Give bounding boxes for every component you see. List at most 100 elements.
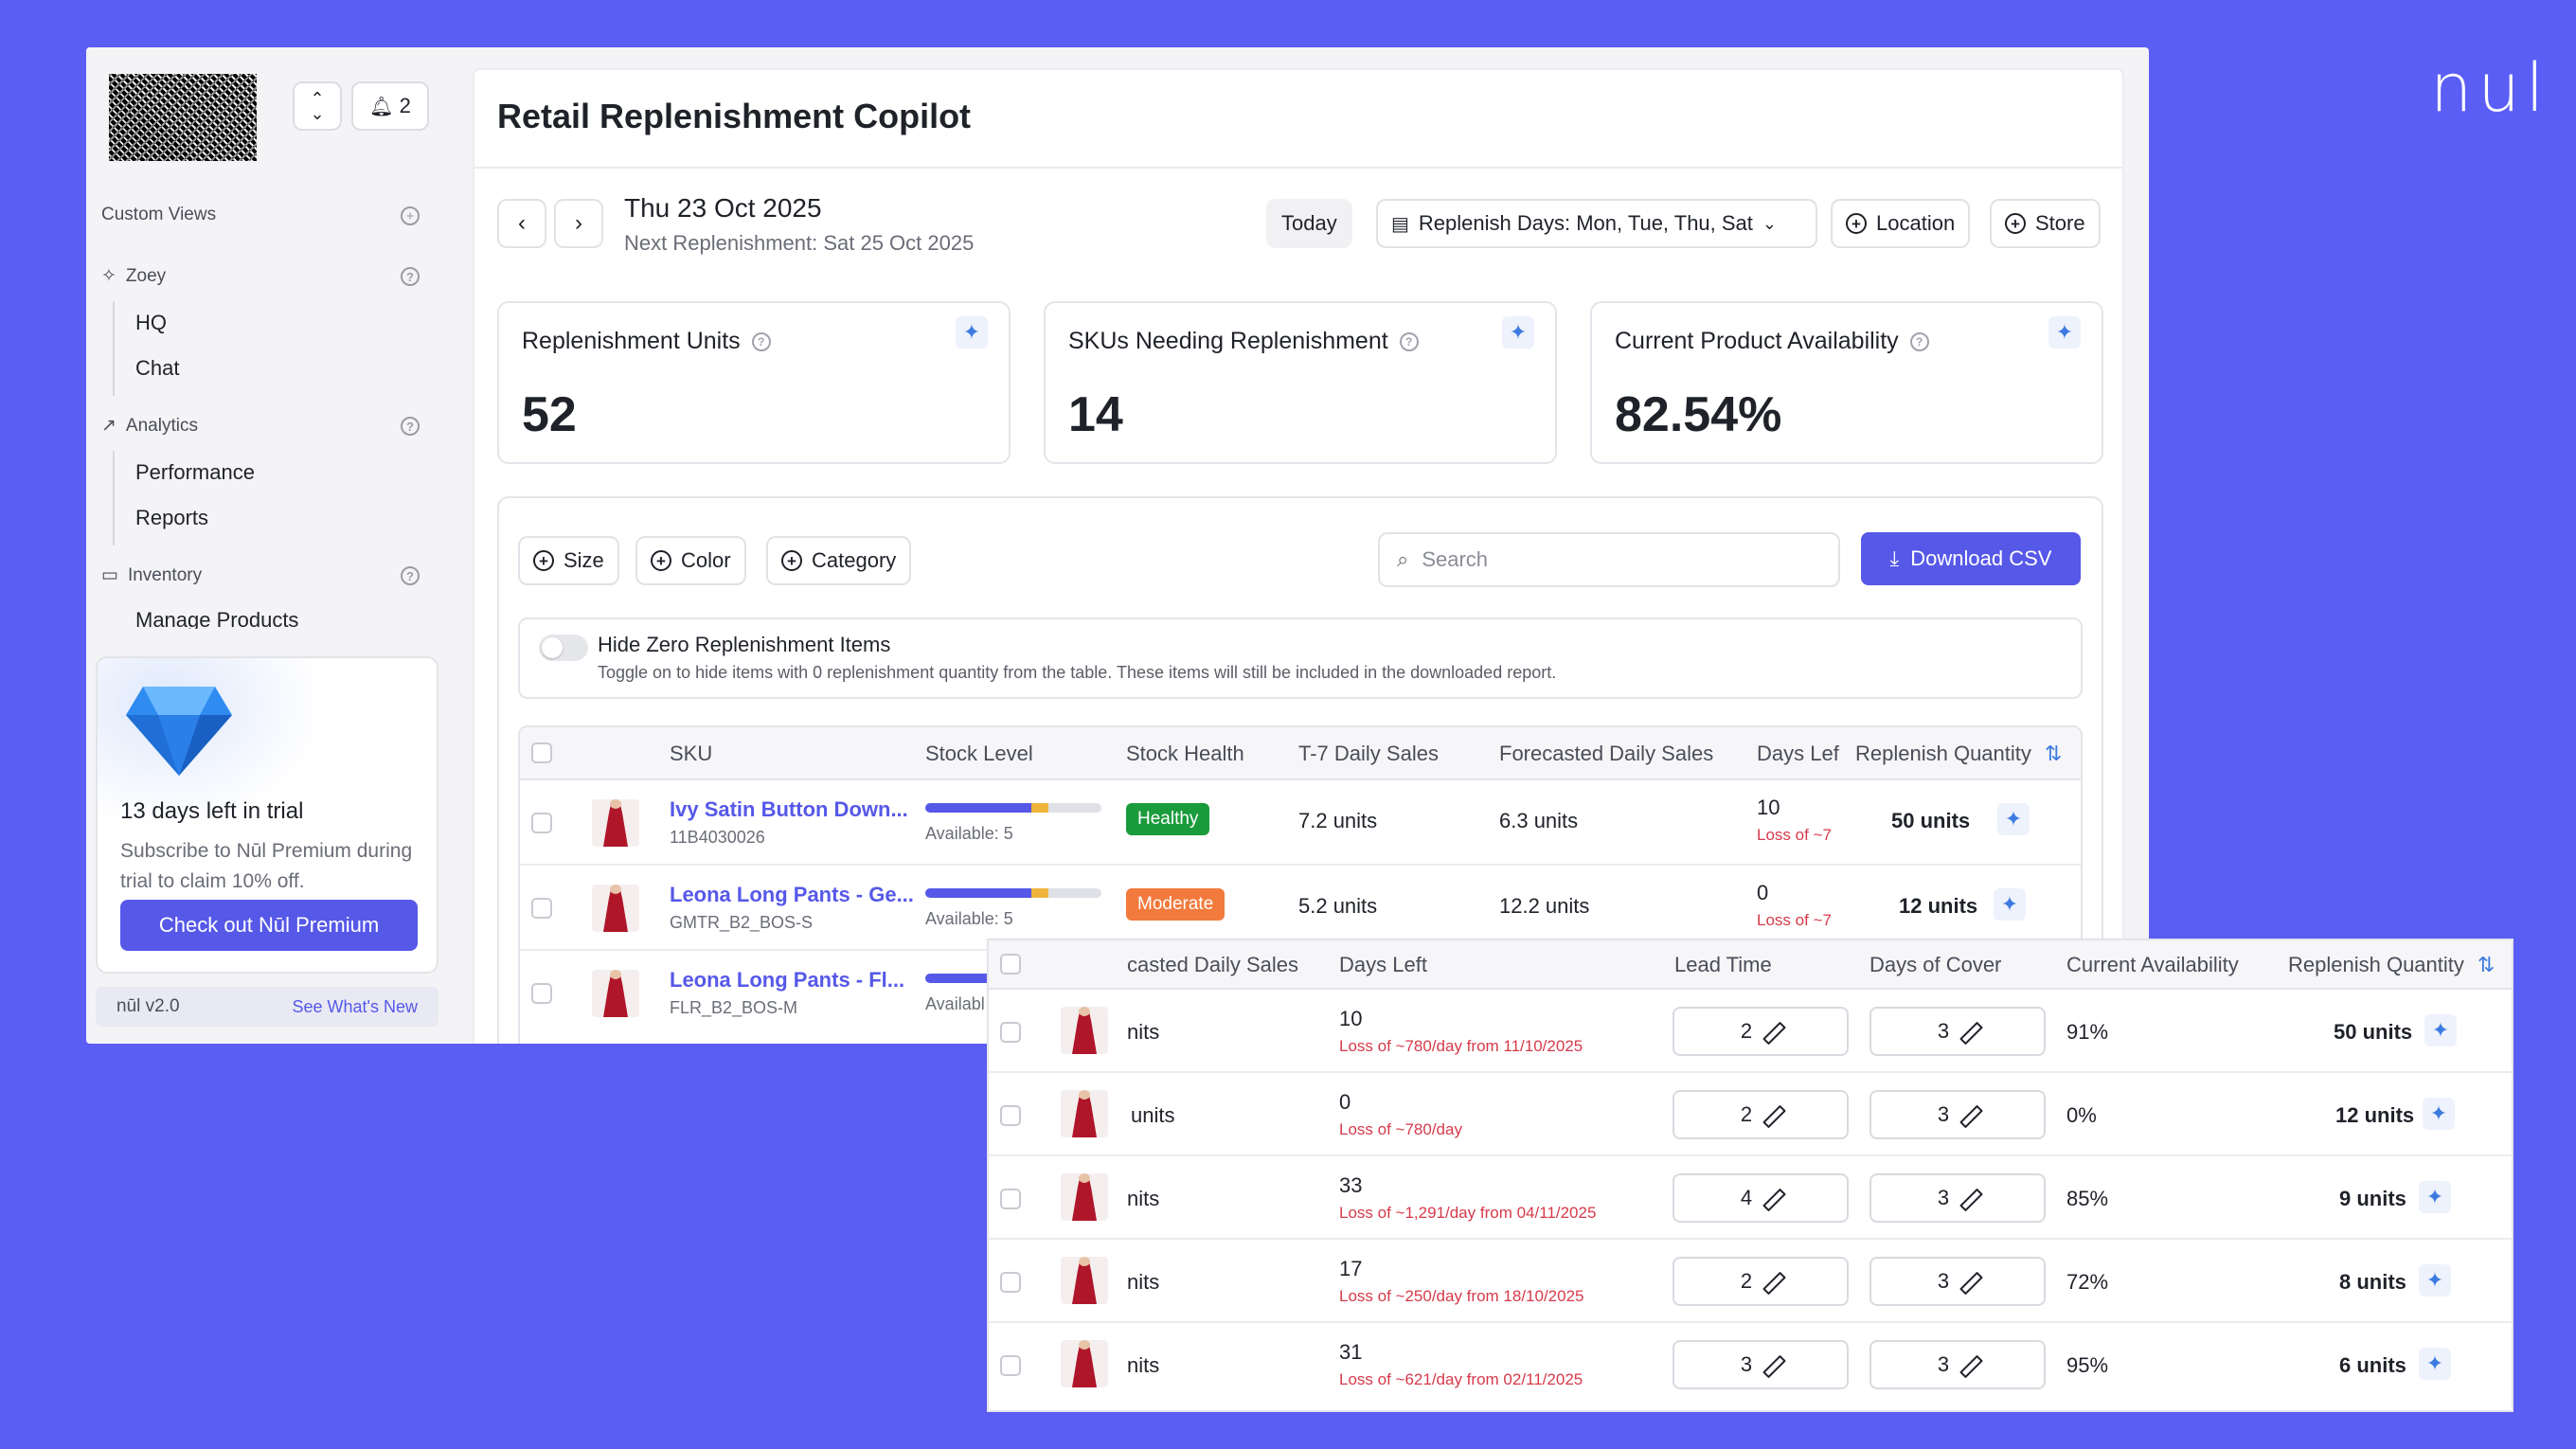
help-icon[interactable]: ?	[401, 267, 420, 286]
available-count: Availabl	[925, 994, 985, 1013]
days-of-cover-edit-button[interactable]: 3	[1869, 1257, 2046, 1306]
size-filter-button[interactable]: + Size	[518, 536, 619, 585]
ai-sparkle-icon[interactable]: ✦	[2424, 1014, 2457, 1046]
help-icon[interactable]: ?	[751, 331, 771, 351]
ai-sparkle-icon[interactable]: ✦	[1997, 803, 2030, 835]
ai-sparkle-icon[interactable]: ✦	[2423, 1098, 2455, 1130]
ai-sparkle-icon[interactable]: ✦	[2419, 1181, 2451, 1213]
row-checkbox[interactable]	[1000, 1355, 1021, 1376]
column-header-days-left[interactable]: Days Left	[1339, 940, 1427, 990]
help-icon[interactable]: ?	[401, 417, 420, 436]
select-all-checkbox[interactable]	[531, 742, 552, 763]
replenish-quantity: 50 units	[1891, 809, 1971, 832]
search-input[interactable]: ⌕ Search	[1378, 532, 1840, 587]
sidebar-item-chat[interactable]: Chat	[135, 356, 179, 381]
select-all-checkbox[interactable]	[1000, 954, 1021, 975]
row-checkbox[interactable]	[1000, 1272, 1021, 1293]
help-icon[interactable]: ?	[401, 566, 420, 585]
sku-name-link[interactable]: Leona Long Pants - Fl...	[670, 968, 904, 993]
current-availability: 95%	[2066, 1353, 2109, 1377]
sidebar-item-hq[interactable]: HQ	[135, 311, 167, 335]
lead-time-value: 3	[1740, 1352, 1753, 1376]
row-checkbox[interactable]	[531, 983, 552, 1004]
lead-time-edit-button[interactable]: 4	[1673, 1173, 1849, 1223]
today-button[interactable]: Today	[1266, 199, 1352, 248]
column-header-replenish-qty[interactable]: Replenish Quantity ⇅	[2288, 940, 2495, 990]
column-header-t7-sales[interactable]: T-7 Daily Sales	[1298, 727, 1439, 780]
days-of-cover-edit-button[interactable]: 3	[1869, 1090, 2046, 1139]
forecast-sales: nits	[1127, 1020, 1160, 1044]
add-custom-view-icon[interactable]: +	[401, 206, 420, 225]
color-filter-button[interactable]: + Color	[635, 536, 746, 585]
previous-date-button[interactable]: ‹	[497, 199, 546, 248]
lead-time-edit-button[interactable]: 2	[1673, 1257, 1849, 1306]
sidebar-group-label: Zoey	[125, 265, 167, 286]
sku-name-link[interactable]: Leona Long Pants - Ge...	[670, 883, 914, 907]
next-date-button[interactable]: ›	[554, 199, 603, 248]
product-thumbnail	[592, 799, 639, 847]
sidebar-group-inventory[interactable]: ▭ Inventory	[101, 564, 202, 586]
column-header-days-left[interactable]: Days Lef	[1757, 727, 1852, 780]
ai-sparkle-icon[interactable]: ✦	[1502, 316, 1534, 349]
trial-title: 13 days left in trial	[120, 798, 304, 824]
sidebar-group-analytics[interactable]: ↗ Analytics	[101, 415, 198, 437]
row-checkbox[interactable]	[1000, 1022, 1021, 1043]
kpi-value: 14	[1068, 387, 1123, 442]
column-header-days-of-cover[interactable]: Days of Cover	[1869, 940, 2001, 990]
days-of-cover-edit-button[interactable]: 3	[1869, 1173, 2046, 1223]
workspace-switcher-button[interactable]: ⌃ ⌄	[293, 81, 342, 131]
column-header-replenish-qty[interactable]: Replenish Quantity ⇅	[1855, 727, 2062, 780]
sidebar-group-label: Analytics	[125, 415, 198, 436]
filter-label: Size	[564, 548, 604, 572]
replenish-days-label: Replenish Days: Mon, Tue, Thu, Sat	[1418, 211, 1753, 235]
column-header-stock-health[interactable]: Stock Health	[1126, 727, 1244, 780]
sidebar-item-performance[interactable]: Performance	[135, 460, 255, 485]
column-header-forecast[interactable]: casted Daily Sales	[1127, 940, 1298, 990]
help-icon[interactable]: ?	[1909, 331, 1929, 351]
check-out-premium-button[interactable]: Check out Nūl Premium	[120, 900, 418, 951]
sidebar-item-reports[interactable]: Reports	[135, 506, 208, 530]
column-header-stock-level[interactable]: Stock Level	[925, 727, 1033, 780]
sidebar-group-label: Inventory	[127, 564, 203, 585]
column-header-sku[interactable]: SKU	[670, 727, 712, 780]
pencil-icon	[1960, 1190, 1977, 1207]
download-csv-button[interactable]: ⤓ Download CSV	[1861, 532, 2081, 585]
row-checkbox[interactable]	[531, 898, 552, 919]
pencil-icon	[1763, 1356, 1780, 1373]
product-thumbnail	[1061, 1340, 1108, 1387]
notifications-button[interactable]: 🔔︎ 2	[351, 81, 429, 131]
version-bar: nūl v2.0 See What's New	[96, 987, 438, 1027]
sidebar-item-manage-products[interactable]: Manage Products	[135, 608, 298, 629]
help-icon[interactable]: ?	[1399, 331, 1419, 351]
hide-zero-toggle[interactable]	[539, 635, 588, 661]
chevron-up-down-icon: ⌃ ⌄	[310, 88, 325, 123]
lead-time-edit-button[interactable]: 2	[1673, 1090, 1849, 1139]
row-checkbox[interactable]	[1000, 1105, 1021, 1126]
column-header-forecast[interactable]: Forecasted Daily Sales	[1499, 727, 1713, 780]
lead-time-edit-button[interactable]: 3	[1673, 1340, 1849, 1389]
replenish-days-select[interactable]: ▤ Replenish Days: Mon, Tue, Thu, Sat ⌄	[1376, 199, 1817, 248]
location-filter-button[interactable]: + Location	[1831, 199, 1971, 248]
whats-new-link[interactable]: See What's New	[293, 997, 419, 1017]
chevron-right-icon: ›	[575, 210, 582, 236]
days-of-cover-edit-button[interactable]: 3	[1869, 1340, 2046, 1389]
store-filter-button[interactable]: + Store	[1990, 199, 2101, 248]
ai-sparkle-icon[interactable]: ✦	[2419, 1264, 2451, 1297]
ai-sparkle-icon[interactable]: ✦	[956, 316, 988, 349]
stock-health-badge: Moderate	[1126, 888, 1225, 921]
ai-sparkle-icon[interactable]: ✦	[1994, 888, 2026, 921]
column-header-current-availability[interactable]: Current Availability	[2066, 940, 2239, 990]
table-row: nits 31 Loss of ~621/day from 02/11/2025…	[989, 1323, 2512, 1406]
days-left: 33	[1339, 1173, 1363, 1197]
ai-sparkle-icon[interactable]: ✦	[2419, 1348, 2451, 1380]
days-of-cover-edit-button[interactable]: 3	[1869, 1007, 2046, 1056]
ai-sparkle-icon[interactable]: ✦	[2048, 316, 2081, 349]
column-header-lead-time[interactable]: Lead Time	[1674, 940, 1772, 990]
row-checkbox[interactable]	[1000, 1189, 1021, 1209]
sidebar-group-zoey[interactable]: ✧ Zoey	[101, 265, 166, 287]
lead-time-edit-button[interactable]: 2	[1673, 1007, 1849, 1056]
row-checkbox[interactable]	[531, 813, 552, 833]
lead-time-value: 2	[1740, 1269, 1753, 1293]
sku-name-link[interactable]: Ivy Satin Button Down...	[670, 797, 908, 822]
category-filter-button[interactable]: + Category	[766, 536, 912, 585]
